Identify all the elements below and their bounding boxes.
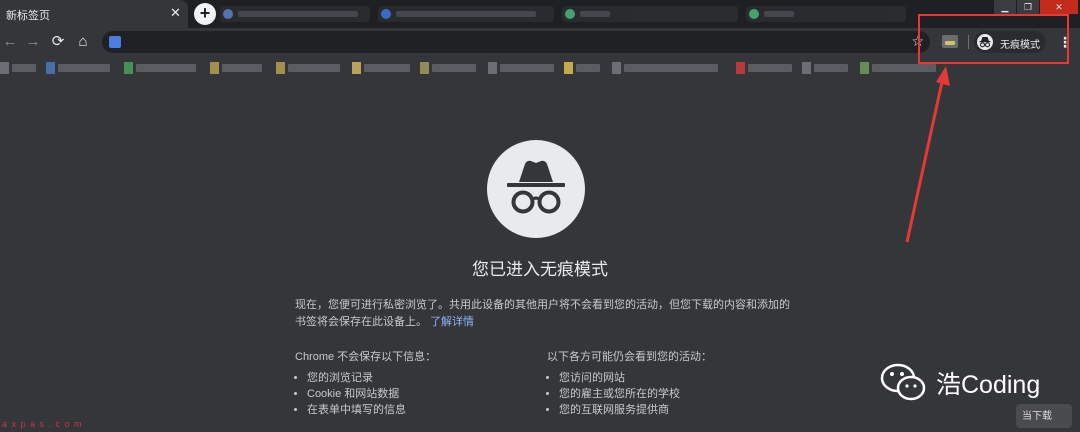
tab-favicon-icon bbox=[565, 9, 575, 19]
list-item: 您访问的网站 bbox=[559, 370, 787, 386]
back-icon[interactable]: ← bbox=[0, 32, 20, 52]
bookmark-label-blurred bbox=[222, 64, 262, 72]
list-item: 您的互联网服务提供商 bbox=[559, 402, 787, 418]
bookmark-label-blurred bbox=[288, 64, 340, 72]
background-tab[interactable] bbox=[562, 6, 738, 22]
bookmark-favicon-icon bbox=[124, 62, 133, 74]
reload-icon[interactable]: ⟳ bbox=[48, 32, 68, 52]
site-favicon-icon bbox=[109, 36, 121, 48]
bookmark-favicon-icon bbox=[46, 62, 55, 74]
tab-favicon-icon bbox=[381, 9, 391, 19]
bookmark-favicon-icon bbox=[736, 62, 745, 74]
bookmark-favicon-icon bbox=[488, 62, 497, 74]
close-window-button[interactable]: ✕ bbox=[1040, 0, 1078, 14]
bookmark-item[interactable] bbox=[124, 60, 200, 76]
bookmark-label-blurred bbox=[58, 64, 110, 72]
bookmark-label-blurred bbox=[500, 64, 554, 72]
bookmark-favicon-icon bbox=[802, 62, 811, 74]
bookmark-item[interactable] bbox=[488, 60, 558, 76]
bookmark-item[interactable] bbox=[0, 60, 38, 76]
forward-icon[interactable]: → bbox=[23, 32, 43, 52]
highlight-annotation-box bbox=[918, 14, 1069, 64]
bookmark-favicon-icon bbox=[612, 62, 621, 74]
tab-close-icon[interactable]: ✕ bbox=[170, 5, 181, 21]
incognito-hero-icon bbox=[487, 140, 585, 238]
not-saved-column: Chrome 不会保存以下信息： 您的浏览记录 Cookie 和网站数据 在表单… bbox=[295, 349, 535, 418]
bookmark-label-blurred bbox=[624, 64, 718, 72]
tab-title-blurred bbox=[238, 11, 358, 17]
bookmark-favicon-icon bbox=[860, 62, 869, 74]
bookmark-favicon-icon bbox=[276, 62, 285, 74]
corner-watermark: a x p a s . c o m bbox=[2, 419, 83, 429]
watermark-text: 浩Coding bbox=[936, 371, 1041, 399]
list-item: 您的浏览记录 bbox=[307, 370, 535, 386]
learn-more-link[interactable]: 了解详情 bbox=[430, 316, 474, 328]
bookmark-label-blurred bbox=[576, 64, 600, 72]
bookmark-favicon-icon bbox=[420, 62, 429, 74]
list-item: Cookie 和网站数据 bbox=[307, 386, 535, 402]
bookmark-label-blurred bbox=[432, 64, 476, 72]
bookmark-label-blurred bbox=[872, 64, 936, 72]
bookmark-item[interactable] bbox=[612, 60, 722, 76]
bookmark-label-blurred bbox=[136, 64, 196, 72]
tab-title-blurred bbox=[396, 11, 536, 17]
bookmark-favicon-icon bbox=[210, 62, 219, 74]
bookmark-item[interactable] bbox=[210, 60, 266, 76]
background-tab[interactable] bbox=[220, 6, 370, 22]
bookmark-label-blurred bbox=[12, 64, 36, 72]
bookmark-item[interactable] bbox=[420, 60, 480, 76]
background-tab[interactable] bbox=[378, 6, 554, 22]
bookmark-favicon-icon bbox=[352, 62, 361, 74]
list-item: 在表单中填写的信息 bbox=[307, 402, 535, 418]
tab-favicon-icon bbox=[223, 9, 233, 19]
minimize-button[interactable]: ▁ bbox=[994, 0, 1016, 14]
bookmark-item[interactable] bbox=[802, 60, 852, 76]
tab-new-tab[interactable]: 新标签页 ✕ bbox=[0, 0, 188, 28]
background-tab[interactable] bbox=[746, 6, 906, 22]
tab-favicon-icon bbox=[749, 9, 759, 19]
still-visible-list: 您访问的网站 您的雇主或您所在的学校 您的互联网服务提供商 bbox=[547, 370, 787, 418]
address-bar[interactable]: ☆ bbox=[102, 31, 930, 53]
list-item: 您的雇主或您所在的学校 bbox=[559, 386, 787, 402]
wechat-logo-icon bbox=[880, 363, 926, 401]
still-visible-column: 以下各方可能仍会看到您的活动： 您访问的网站 您的雇主或您所在的学校 您的互联网… bbox=[547, 349, 787, 418]
bookmark-favicon-icon bbox=[564, 62, 573, 74]
bookmark-label-blurred bbox=[748, 64, 792, 72]
site-logo-text: 当下载 bbox=[1022, 411, 1052, 422]
intro-text: 现在，您便可进行私密浏览了。共用此设备的其他用户将不会看到您的活动，但您下载的内… bbox=[295, 299, 790, 328]
page-heading: 您已进入无痕模式 bbox=[472, 260, 608, 279]
not-saved-list: 您的浏览记录 Cookie 和网站数据 在表单中填写的信息 bbox=[295, 370, 535, 418]
maximize-button[interactable]: ❐ bbox=[1017, 0, 1039, 14]
tab-title-blurred bbox=[580, 11, 610, 17]
bookmark-item[interactable] bbox=[46, 60, 116, 76]
still-visible-title: 以下各方可能仍会看到您的活动： bbox=[547, 351, 712, 363]
tab-title-blurred bbox=[764, 11, 794, 17]
tab-title: 新标签页 bbox=[6, 10, 50, 22]
intro-paragraph: 现在，您便可进行私密浏览了。共用此设备的其他用户将不会看到您的活动，但您下载的内… bbox=[295, 297, 795, 331]
bookmark-item[interactable] bbox=[564, 60, 604, 76]
new-tab-button[interactable]: + bbox=[194, 3, 216, 25]
bookmark-label-blurred bbox=[814, 64, 848, 72]
not-saved-title: Chrome 不会保存以下信息： bbox=[295, 351, 437, 363]
bookmark-item[interactable] bbox=[736, 60, 796, 76]
home-icon[interactable]: ⌂ bbox=[73, 32, 93, 52]
bookmark-item[interactable] bbox=[276, 60, 344, 76]
bookmark-favicon-icon bbox=[0, 62, 9, 74]
bookmark-label-blurred bbox=[364, 64, 410, 72]
bookmark-item[interactable] bbox=[352, 60, 414, 76]
